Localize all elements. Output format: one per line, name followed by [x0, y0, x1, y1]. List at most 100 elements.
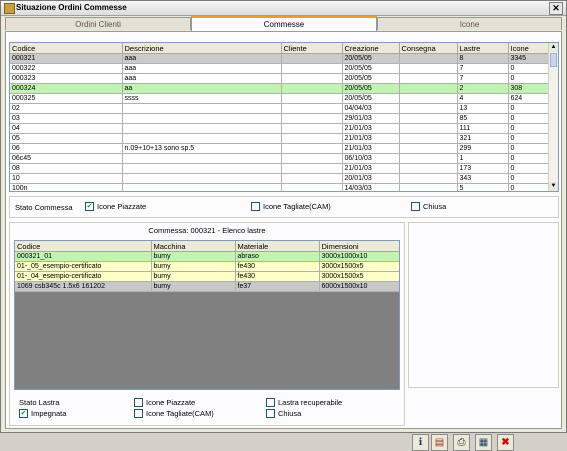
export-icon: ▦ — [478, 437, 489, 448]
printer-button[interactable]: ⎙ — [453, 434, 470, 451]
table-row[interactable]: 06 n.09+10+13 sono sp.5 21/01/03 299 0 — [10, 143, 551, 154]
column-header[interactable]: Materiale — [235, 241, 320, 252]
table-row[interactable]: 01-_05_esempio-certificato bumy fe430 3000x… — [15, 261, 399, 272]
table-row[interactable]: 06c45 06/10/03 1 0 — [10, 153, 551, 164]
column-header[interactable]: Cliente — [281, 43, 343, 54]
delete-button[interactable]: ✖ — [497, 434, 514, 451]
table-row[interactable]: 000321_01 bumy abraso 3000x1000x10 — [15, 251, 399, 262]
table-cell: 3000x1500x5 — [319, 261, 399, 272]
table-cell — [122, 123, 282, 134]
table-row[interactable]: 000321 aaa 20/05/05 8 3345 — [10, 53, 551, 64]
lastre-grid[interactable]: Codice Macchina Materiale Dimensioni 000321… — [14, 240, 400, 390]
table-cell — [399, 53, 458, 64]
table-cell: 308 — [508, 83, 551, 94]
table-cell: 321 — [457, 133, 509, 144]
table-cell: abraso — [235, 251, 320, 262]
column-header[interactable]: Consegna — [399, 43, 458, 54]
table-cell: 0 — [508, 133, 551, 144]
table-row[interactable]: 000322 aaa 20/05/05 7 0 — [10, 63, 551, 74]
print-list-button[interactable]: ▤ — [431, 434, 448, 451]
stato-commessa-group: Stato Commessa ✔ Icone Piazzate Icone Tag… — [9, 196, 559, 218]
column-header[interactable]: Dimensioni — [319, 241, 399, 252]
column-header[interactable]: Descrizione — [122, 43, 282, 54]
table-cell: 0 — [508, 123, 551, 134]
main-window: Situazione Ordini Commesse ✕ Ordini Clie… — [0, 0, 567, 451]
checkmark-icon: ✔ — [85, 201, 94, 211]
table-row[interactable]: 000323 aaa 20/05/05 7 0 — [10, 73, 551, 84]
table-cell: bumy — [151, 271, 236, 282]
commesse-grid[interactable]: Codice Descrizione Cliente Creazione Consegn… — [9, 42, 559, 192]
impegnata-checkbox[interactable]: ✔ Impegnata — [19, 408, 66, 419]
lastra-icone-tagliate-checkbox[interactable]: Icone Tagliate(CAM) — [134, 408, 214, 419]
table-cell — [281, 163, 343, 174]
table-cell: 0 — [508, 63, 551, 74]
table-cell — [399, 103, 458, 114]
tab-commesse[interactable]: Commesse — [191, 16, 377, 31]
checkbox-label: Icone Piazzate — [146, 398, 196, 407]
table-cell: bumy — [151, 281, 236, 292]
table-cell — [122, 113, 282, 124]
table-cell — [399, 63, 458, 74]
scroll-up-icon[interactable]: ▲ — [549, 43, 558, 52]
table-cell — [281, 63, 343, 74]
table-row[interactable]: 08 21/01/03 173 0 — [10, 163, 551, 174]
table-cell — [399, 153, 458, 164]
info-document-button[interactable]: ℹ — [412, 434, 429, 451]
table-row[interactable]: 000325 ssss 20/05/05 4 624 — [10, 93, 551, 104]
column-header[interactable]: Macchina — [151, 241, 236, 252]
export-button[interactable]: ▦ — [475, 434, 492, 451]
column-header[interactable]: Creazione — [342, 43, 400, 54]
table-cell: 06c45 — [10, 153, 123, 164]
close-button[interactable]: ✕ — [549, 2, 563, 15]
icone-piazzate-checkbox[interactable]: ✔ Icone Piazzate — [85, 201, 147, 212]
table-cell: n.09+10+13 sono sp.5 — [122, 143, 282, 154]
commesse-grid-body: 000321 aaa 20/05/05 8 3345 000322 aaa 20/05/05 7… — [10, 53, 551, 191]
table-cell — [281, 123, 343, 134]
tab-icone[interactable]: Icone — [377, 17, 562, 30]
table-row[interactable]: 100n 14/03/03 5 0 — [10, 183, 551, 191]
table-cell: ssss — [122, 93, 282, 104]
table-cell: 4 — [457, 93, 509, 104]
table-row[interactable]: 05 21/01/03 321 0 — [10, 133, 551, 144]
lastra-chiusa-checkbox[interactable]: Chiusa — [266, 408, 301, 419]
checkbox-label: Icone Tagliate(CAM) — [146, 409, 214, 418]
table-cell: 06 — [10, 143, 123, 154]
table-cell: 624 — [508, 93, 551, 104]
table-row[interactable]: 02 04/04/03 13 0 — [10, 103, 551, 114]
stato-commessa-label: Stato Commessa — [15, 203, 73, 212]
tab-ordini-clienti[interactable]: Ordini Clienti — [5, 17, 191, 30]
table-cell — [122, 163, 282, 174]
table-row[interactable]: 03 29/01/03 85 0 — [10, 113, 551, 124]
lastre-section-title: Commessa: 000321 - Elenco lastre — [148, 226, 266, 235]
table-cell: fe37 — [235, 281, 320, 292]
table-cell — [281, 183, 343, 191]
column-header[interactable]: Icone — [508, 43, 551, 54]
table-cell: 8 — [457, 53, 509, 64]
table-row[interactable]: 1069 csb345c 1.5x6 161202 bumy fe37 6000x15… — [15, 281, 399, 292]
lastra-recuperabile-checkbox[interactable]: Lastra recuperabile — [266, 397, 342, 408]
table-cell: 000325 — [10, 93, 123, 104]
table-row[interactable]: 000324 aa 20/05/05 2 308 — [10, 83, 551, 94]
table-cell — [399, 73, 458, 84]
table-cell: 7 — [457, 63, 509, 74]
lastra-icone-piazzate-checkbox[interactable]: Icone Piazzate — [134, 397, 196, 408]
table-cell: 13 — [457, 103, 509, 114]
window-title: Situazione Ordini Commesse — [16, 3, 127, 12]
scroll-thumb[interactable] — [550, 53, 557, 67]
table-row[interactable]: 01-_04_esempio-certificato bumy fe430 3000x… — [15, 271, 399, 282]
table-cell: 000324 — [10, 83, 123, 94]
table-cell — [122, 133, 282, 144]
column-header[interactable]: Lastre — [457, 43, 509, 54]
column-header[interactable]: Codice — [15, 241, 152, 252]
checkbox-label: Icone Piazzate — [97, 202, 147, 211]
commesse-grid-scrollbar[interactable]: ▲ ▼ — [548, 43, 558, 191]
icone-tagliate-checkbox[interactable]: Icone Tagliate(CAM) — [251, 201, 331, 212]
table-cell: 343 — [457, 173, 509, 184]
table-row[interactable]: 10 20/01/03 343 0 — [10, 173, 551, 184]
chiusa-checkbox[interactable]: Chiusa — [411, 201, 446, 212]
table-cell: 111 — [457, 123, 509, 134]
table-row[interactable]: 04 21/01/03 111 0 — [10, 123, 551, 134]
scroll-down-icon[interactable]: ▼ — [549, 182, 558, 191]
column-header[interactable]: Codice — [10, 43, 123, 54]
table-cell: aaa — [122, 73, 282, 84]
